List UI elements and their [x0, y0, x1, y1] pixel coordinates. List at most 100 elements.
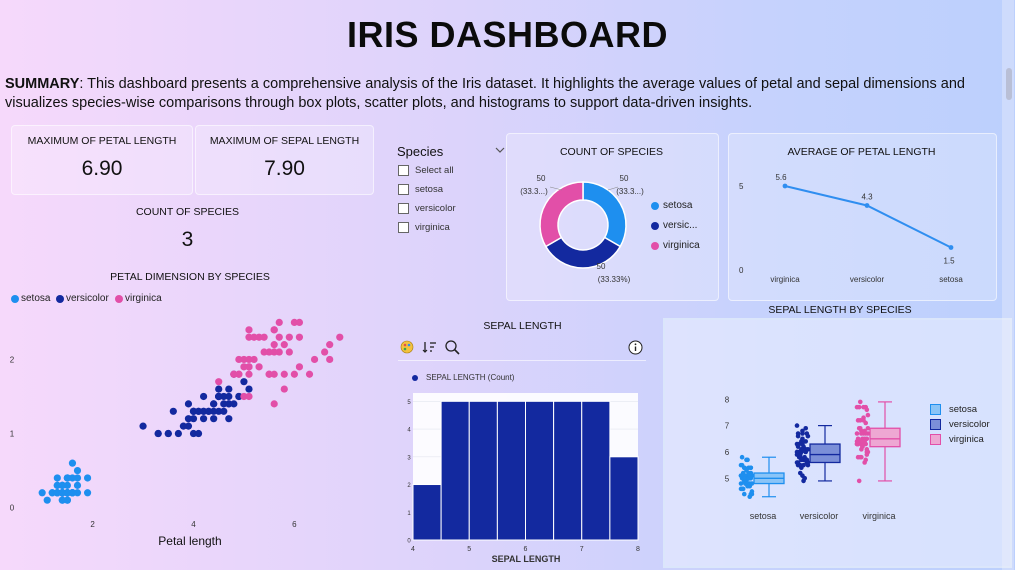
checkbox[interactable] — [398, 184, 409, 195]
sort-icon[interactable] — [422, 340, 438, 359]
scatter-point-virginica — [321, 348, 329, 356]
box-point-versicolor — [800, 441, 805, 447]
histogram-bar — [468, 400, 498, 541]
scatter-point-setosa — [68, 459, 77, 467]
xtick-label: versicolor — [850, 275, 885, 284]
scatter-point-versicolor — [189, 415, 198, 423]
scatter-point-versicolor — [179, 422, 188, 430]
legend-label: setosa — [949, 404, 977, 415]
scatter-chart[interactable]: 0 1 2 2 4 6 — [0, 310, 375, 550]
donut-legend-versicolor[interactable]: versic... — [651, 220, 697, 231]
checkbox[interactable] — [398, 222, 409, 233]
boxplot-chart[interactable]: 5 6 7 8 setosa versicolor virginica — [700, 390, 930, 530]
box-point-setosa — [738, 473, 744, 478]
box-point-virginica — [855, 418, 861, 423]
kpi-card-count[interactable]: COUNT OF SPECIES 3 — [90, 200, 285, 256]
scatter-point-versicolor — [245, 385, 253, 393]
box-point-virginica — [856, 478, 862, 484]
histogram-chart[interactable]: 0 1 2 3 4 5 4 5 6 7 8 — [398, 385, 648, 555]
scatter-point-virginica — [280, 341, 288, 349]
xtick-label: 4 — [191, 520, 196, 529]
scatter-point-versicolor — [154, 429, 162, 438]
kpi-card-max-petal[interactable]: MAXIMUM OF PETAL LENGTH 6.90 — [11, 125, 193, 195]
scatter-legend-setosa[interactable]: setosa — [11, 293, 50, 304]
scatter-point-virginica — [326, 341, 334, 349]
scatter-point-setosa — [73, 466, 82, 475]
scatter-point-virginica — [280, 370, 288, 378]
scatter-point-setosa — [83, 489, 92, 497]
slicer-item-setosa[interactable]: setosa — [398, 184, 443, 195]
legend-dot — [11, 294, 19, 303]
boxplot-legend: setosa versicolor virginica — [930, 404, 990, 445]
xtick-label: setosa — [750, 511, 777, 521]
info-icon[interactable] — [628, 340, 643, 360]
line-point — [948, 245, 954, 250]
legend-label: versicolor — [949, 419, 990, 430]
histogram-bar — [440, 400, 470, 541]
slicer-item-versicolor[interactable]: versicolor — [398, 203, 456, 214]
scatter-point-setosa — [58, 496, 66, 504]
scatter-point-virginica — [255, 363, 263, 371]
scatter-legend-versicolor[interactable]: versicolor — [56, 293, 109, 304]
histogram-bar — [412, 484, 442, 541]
scatter-point-virginica — [275, 333, 283, 341]
palette-icon[interactable] — [400, 340, 414, 359]
line-chart-title: AVERAGE OF PETAL LENGTH — [787, 146, 936, 158]
scatter-point-virginica — [265, 370, 273, 378]
histogram-legend[interactable]: SEPAL LENGTH (Count) — [412, 373, 514, 382]
boxplot-legend-versicolor[interactable]: versicolor — [930, 419, 990, 430]
donut-label-bottom: 50 — [597, 262, 606, 271]
legend-dot — [651, 241, 659, 250]
scatter-point-virginica — [305, 370, 314, 378]
xtick-label: 7 — [580, 546, 584, 553]
scrollbar-thumb[interactable] — [1006, 68, 1012, 100]
boxplot-title: SEPAL LENGTH BY SPECIES — [768, 304, 912, 316]
scatter-point-virginica — [326, 355, 334, 364]
scatter-point-setosa — [73, 481, 82, 489]
slicer-item-select-all[interactable]: Select all — [398, 165, 454, 176]
legend-dot — [651, 221, 659, 230]
boxplot-legend-setosa[interactable]: setosa — [930, 404, 990, 415]
checkbox[interactable] — [398, 165, 409, 176]
slicer-item-virginica[interactable]: virginica — [398, 222, 450, 233]
xtick-label: 2 — [90, 520, 95, 529]
box-point-versicolor — [795, 444, 801, 449]
scatter-point-virginica — [215, 378, 223, 386]
line-chart[interactable]: 5 0 5.6 virginica 4.3 versicolor 1.5 setosa — [728, 160, 995, 290]
scatter-point-versicolor — [194, 429, 203, 438]
xtick-label: 6 — [524, 546, 528, 553]
scatter-xlabel: Petal length — [158, 534, 222, 548]
xtick-label: 6 — [292, 520, 297, 529]
ytick-label: 0 — [739, 266, 744, 275]
box-point-setosa — [739, 462, 745, 468]
scatter-point-versicolor — [199, 415, 208, 423]
legend-label: SEPAL LENGTH (Count) — [426, 373, 515, 382]
boxplot-legend-virginica[interactable]: virginica — [930, 434, 990, 445]
page-title: IRIS DASHBOARD — [346, 14, 668, 55]
summary-text: SUMMARY: This dashboard presents a compr… — [5, 75, 995, 113]
xtick-label: versicolor — [800, 511, 839, 521]
kpi-card-max-sepal[interactable]: MAXIMUM OF SEPAL LENGTH 7.90 — [195, 125, 374, 195]
scatter-point-versicolor — [164, 429, 172, 438]
box-point-setosa — [744, 468, 749, 473]
scatter-point-versicolor — [215, 392, 223, 401]
box-point-setosa — [749, 489, 755, 494]
donut-legend-setosa[interactable]: setosa — [651, 200, 692, 211]
box-point-virginica — [864, 452, 870, 457]
histogram-title: SEPAL LENGTH — [483, 320, 562, 332]
box-point-virginica — [861, 418, 866, 423]
box-point-setosa — [745, 457, 750, 463]
checkbox[interactable] — [398, 203, 409, 214]
zoom-icon[interactable] — [444, 339, 460, 360]
scatter-point-virginica — [235, 355, 243, 364]
scatter-legend-virginica[interactable]: virginica — [115, 293, 162, 304]
box-point-virginica — [854, 404, 860, 410]
donut-legend-virginica[interactable]: virginica — [651, 240, 700, 251]
kpi-value: 7.90 — [264, 157, 305, 180]
scatter-point-virginica — [295, 318, 304, 327]
box-point-versicolor — [804, 457, 810, 463]
chevron-down-icon[interactable] — [494, 142, 506, 160]
scatter-point-virginica — [245, 370, 253, 378]
scatter-point-versicolor — [194, 407, 203, 415]
box-point-virginica — [856, 425, 862, 431]
